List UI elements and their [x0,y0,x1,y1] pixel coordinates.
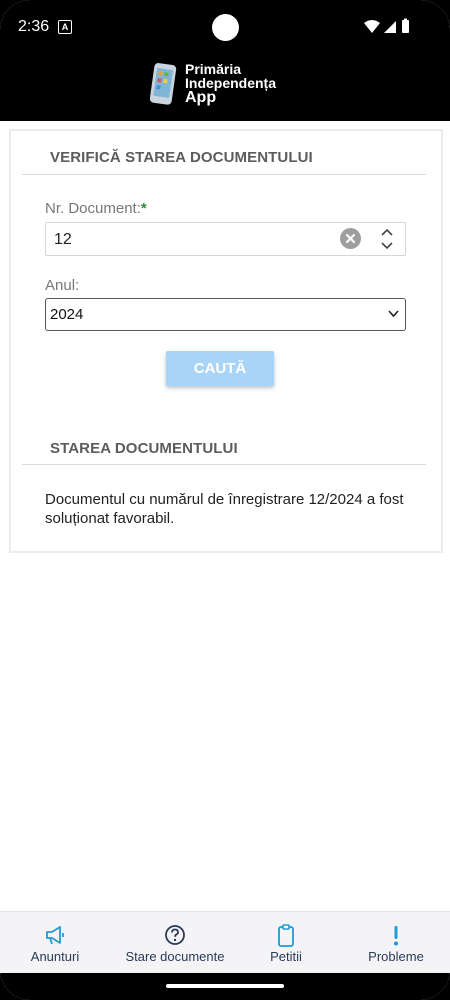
megaphone-icon [46,926,64,945]
exclamation-icon [394,926,398,946]
logo-line2: Independența [185,75,277,91]
status-time: 2:36 [18,18,50,35]
nav-item-petitii[interactable]: Petitii [246,912,326,974]
logo-line1: Primăria [185,61,242,77]
required-marker: * [140,200,147,217]
gesture-bar [0,973,450,1000]
number-stepper-icon[interactable] [379,227,395,251]
doc-number-label-text: Nr. Document: [45,200,141,217]
phone-logo-icon [150,63,177,105]
year-label: Anul: [45,277,80,294]
doc-number-value: 12 [54,231,72,248]
system-status-icons [364,18,409,33]
nav-label-anunturi: Anunturi [30,949,80,964]
clipboard-icon [278,924,294,947]
app-header: 2:36 A Primăria Independența App [0,0,450,121]
question-circle-icon [165,925,185,945]
notification-a-icon: A [58,20,72,34]
status-bar: 2:36 A [0,0,450,54]
cellular-icon [384,21,396,33]
state-divider [22,464,426,465]
camera-cutout [212,14,239,41]
wifi-icon [364,20,380,33]
phone-screen: 2:36 A Primăria Independența App VERIFIC… [0,0,450,1000]
nav-item-anunturi[interactable]: Anunturi [10,912,100,974]
state-section-title: STAREA DOCUMENTULUI [50,440,238,457]
nav-label-petitii: Petitii [270,949,302,964]
app-logo-text: Primăria Independența App [185,62,276,106]
doc-number-label: Nr. Document:* [45,200,147,217]
logo-line3: App [185,89,217,106]
nav-item-probleme[interactable]: Probleme [351,912,441,974]
bottom-navigation: Anunturi Stare documente Petitii Problem… [0,911,450,974]
nav-label-probleme: Probleme [368,949,424,964]
year-select-value: 2024 [50,306,84,323]
chevron-down-icon [388,310,399,318]
verify-section-title: VERIFICĂ STAREA DOCUMENTULUI [50,149,313,166]
doc-number-input[interactable]: 12 [45,222,406,256]
nav-label-stare-documente: Stare documente [125,949,225,964]
clear-icon[interactable] [340,228,361,249]
battery-icon [402,20,409,33]
app-logo: Primăria Independența App [150,60,290,110]
home-gesture-handle[interactable] [166,984,284,988]
year-select[interactable]: 2024 [45,298,406,331]
nav-item-stare-documente[interactable]: Stare documente [115,912,235,974]
verify-divider [22,174,426,175]
document-status-message: Documentul cu numărul de înregistrare 12… [45,491,404,527]
search-button[interactable]: CAUTĂ [166,351,274,386]
